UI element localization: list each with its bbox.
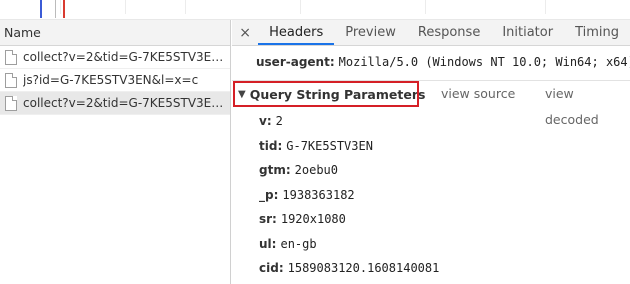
document-icon (5, 49, 17, 65)
request-details-panel: × Headers Preview Response Initiator Tim… (232, 20, 630, 284)
param-key: sr: (259, 212, 277, 226)
request-row[interactable]: collect?v=2&tid=G-7KE5STV3EN&gtm=2oe... (0, 46, 230, 69)
param-key: cid: (259, 261, 284, 275)
overview-gridline (185, 0, 186, 14)
overview-gridline (545, 0, 546, 14)
overview-marker (55, 0, 56, 18)
document-icon (5, 72, 17, 88)
highlight-box (233, 81, 419, 107)
request-name: collect?v=2&tid=G-7KE5STV3EN&gtm=2oe... (23, 50, 230, 64)
param-row: _p: 1938363182 (259, 183, 630, 208)
param-key: _p: (259, 187, 279, 202)
param-value: 1589083120.1608140081 (287, 261, 440, 275)
tab-preview[interactable]: Preview (334, 20, 407, 45)
tab-response[interactable]: Response (407, 20, 491, 45)
requests-panel: Name collect?v=2&tid=G-7KE5STV3EN&gtm=2o… (0, 20, 231, 284)
query-string-parameters-header[interactable]: ▼ Query String Parameters view source vi… (233, 81, 630, 127)
param-value: 2oebu0 (294, 163, 338, 177)
overview-gridline (60, 0, 61, 14)
tab-headers[interactable]: Headers (258, 20, 335, 45)
param-key: v: (259, 114, 272, 128)
query-params-list: v: 2 tid: G-7KE5STV3EN gtm: 2oebu0 _p: 19383… (256, 109, 630, 281)
param-value: G-7KE5STV3EN (286, 138, 373, 153)
request-row-selected[interactable]: collect?v=2&tid=G-7KE5STV3EN&gtm=2oe... (0, 92, 230, 115)
request-row[interactable]: js?id=G-7KE5STV3EN&l=x=c (0, 69, 230, 92)
overview-gridline (300, 0, 301, 14)
param-value: 1920x1080 (280, 212, 346, 226)
param-row: sr: 1920x1080 (259, 207, 630, 232)
tab-initiator[interactable]: Initiator (491, 20, 564, 45)
header-row-user-agent: user-agent: Mozilla/5.0 (Windows NT 10.0;… (256, 50, 630, 74)
name-column-header[interactable]: Name (0, 20, 230, 46)
param-value: 1938363182 (282, 187, 355, 202)
timeline-overview[interactable] (0, 0, 630, 20)
request-name: collect?v=2&tid=G-7KE5STV3EN&gtm=2oe... (23, 96, 230, 110)
param-value: 2 (275, 114, 283, 128)
param-row: gtm: 2oebu0 (259, 158, 630, 183)
param-key: gtm: (259, 163, 291, 177)
document-icon (5, 95, 17, 111)
header-key: user-agent: (256, 55, 335, 69)
param-row: cid: 1589083120.1608140081 (259, 256, 630, 281)
overview-gridline (125, 0, 126, 14)
view-source-link[interactable]: view source (441, 81, 515, 107)
load-event-marker (63, 0, 65, 18)
request-name: js?id=G-7KE5STV3EN&l=x=c (23, 73, 199, 87)
param-key: ul: (259, 236, 277, 251)
header-value: Mozilla/5.0 (Windows NT 10.0; Win64; x64… (338, 55, 630, 69)
param-key: tid: (259, 138, 283, 153)
param-row: ul: en-gb (259, 232, 630, 257)
dom-content-loaded-marker (40, 0, 42, 18)
param-value: en-gb (280, 236, 317, 251)
tab-timing[interactable]: Timing (564, 20, 630, 45)
close-icon[interactable]: × (232, 20, 258, 45)
headers-content: user-agent: Mozilla/5.0 (Windows NT 10.0;… (232, 50, 630, 281)
details-tabbar: × Headers Preview Response Initiator Tim… (232, 20, 630, 46)
param-row: tid: G-7KE5STV3EN (259, 134, 630, 159)
view-decoded-link[interactable]: view decoded (545, 81, 630, 133)
overview-gridline (425, 0, 426, 14)
